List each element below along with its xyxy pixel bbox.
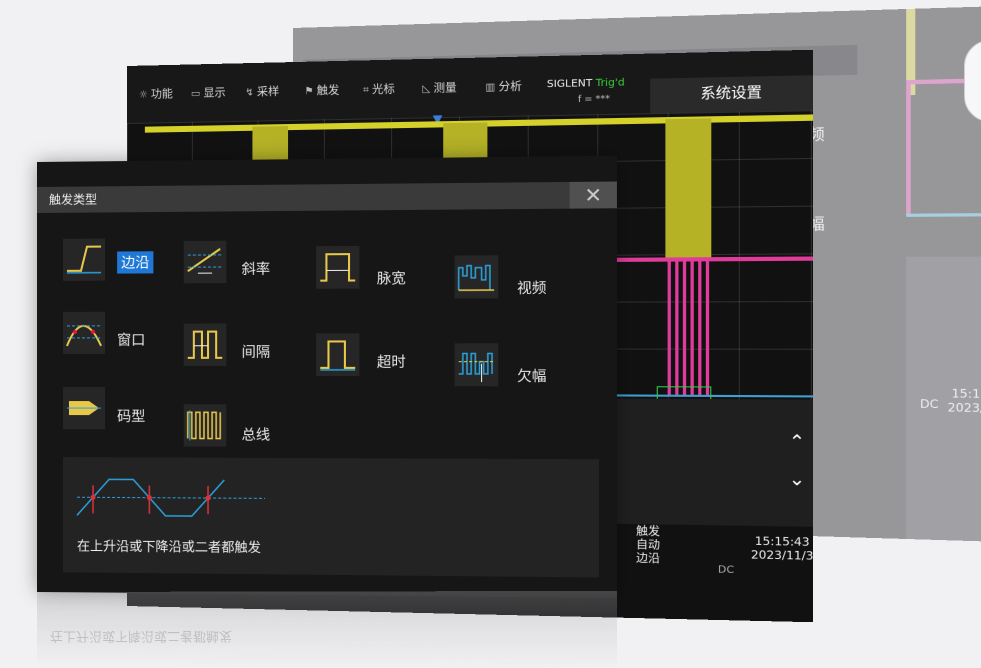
edge-illustration-icon xyxy=(73,465,275,529)
back-time: 15:15:43 xyxy=(948,387,981,402)
timeout-trigger-icon[interactable] xyxy=(316,333,359,376)
frequency-readout: f = *** xyxy=(578,94,610,105)
interval-trigger-icon[interactable] xyxy=(184,323,227,365)
back-ch3-trace xyxy=(906,213,981,217)
menu-measure[interactable]: ◺ 测量 xyxy=(422,79,456,96)
trigger-mode: 自动 xyxy=(636,538,660,552)
acquire-icon: ↯ xyxy=(245,87,254,98)
type-pulse-label[interactable]: 脉宽 xyxy=(377,268,406,288)
video-trigger-icon[interactable] xyxy=(455,255,499,298)
cursor-icon: ⌗ xyxy=(363,85,369,96)
menu-cursor[interactable]: ⌗ 光标 xyxy=(363,80,395,97)
menu-analyze[interactable]: ▥ 分析 xyxy=(485,77,521,94)
runt-trigger-icon[interactable] xyxy=(455,343,499,386)
brand-label: SIGLENT Trig'd xyxy=(547,77,625,90)
back-date: 2023/11/3 xyxy=(948,401,981,416)
flag-icon: ⚑ xyxy=(304,86,313,97)
ch2-pulse-edge xyxy=(691,259,694,395)
trigger-type: 边沿 xyxy=(636,551,660,565)
window-trigger-icon[interactable] xyxy=(63,312,105,354)
chevron-up-icon[interactable]: ⌃ xyxy=(789,431,806,453)
measure-icon: ◺ xyxy=(422,83,430,94)
type-window-label[interactable]: 窗口 xyxy=(117,330,145,350)
trigger-state: Trig'd xyxy=(596,77,625,89)
menu-function-label: 功能 xyxy=(151,87,173,101)
menu-trigger-label: 触发 xyxy=(317,83,340,97)
edge-trigger-icon[interactable] xyxy=(63,239,105,281)
back-ch2-edge xyxy=(906,84,911,213)
menu-analyze-label: 分析 xyxy=(498,79,521,93)
description-panel: 在上升沿或下降沿或二者都触发 xyxy=(63,457,599,577)
time: 15:15:43 xyxy=(751,534,813,549)
type-pattern-label[interactable]: 码型 xyxy=(117,406,145,426)
brand-name: SIGLENT xyxy=(547,78,593,90)
menu-acquire[interactable]: ↯ 采样 xyxy=(245,83,279,100)
type-interval-label[interactable]: 间隔 xyxy=(242,342,271,362)
description-text: 在上升沿或下降沿或二者都触发 xyxy=(77,535,261,556)
type-timeout-label[interactable]: 超时 xyxy=(377,352,406,372)
menu-display-label: 显示 xyxy=(203,86,225,100)
clock: 15:15:43 2023/11/3 xyxy=(751,534,813,563)
trigger-status-label: 触发 xyxy=(636,524,660,538)
date: 2023/11/3 xyxy=(751,548,813,563)
type-edge-label[interactable]: 边沿 xyxy=(117,251,153,273)
display-icon: ▭ xyxy=(191,88,200,99)
side-control-panel xyxy=(613,399,813,527)
menu-display[interactable]: ▭ 显示 xyxy=(191,84,226,101)
pattern-trigger-icon[interactable] xyxy=(63,387,105,429)
slope-trigger-icon[interactable] xyxy=(184,241,227,284)
system-settings-button[interactable]: 系统设置 xyxy=(650,75,813,113)
trigger-status: 触发 自动 边沿 xyxy=(636,524,660,565)
ch2-pulse-edge xyxy=(675,259,678,395)
ch2-pulse-edge xyxy=(668,260,671,396)
analyze-icon: ▥ xyxy=(485,82,495,94)
menu-function[interactable]: ☼ 功能 xyxy=(139,85,173,102)
type-runt-label[interactable]: 欠幅 xyxy=(517,366,546,387)
bus-trigger-icon[interactable] xyxy=(184,404,227,446)
back-dc-label: DC xyxy=(920,397,939,411)
pulse-width-trigger-icon[interactable] xyxy=(316,246,359,289)
ch1-pulse xyxy=(665,118,711,257)
ch2-pulse-edge xyxy=(683,259,686,395)
type-video-label[interactable]: 视频 xyxy=(517,278,546,299)
ch2-pulse-edge xyxy=(706,259,709,396)
function-icon: ☼ xyxy=(139,90,148,101)
chevron-down-icon[interactable]: ⌄ xyxy=(789,468,806,490)
close-icon[interactable]: ✕ xyxy=(570,181,617,208)
trigger-type-dialog: 触发类型 ✕ 边沿 斜率 脉宽 视频 窗口 间隔 超时 欠幅 码型 总线 在上升… xyxy=(37,156,617,598)
dialog-title: 触发类型 xyxy=(37,181,617,213)
type-bus-label[interactable]: 总线 xyxy=(242,424,271,444)
menu-acquire-label: 采样 xyxy=(257,85,279,99)
coupling-label: DC xyxy=(718,564,734,576)
back-clock: 15:15:43 2023/11/3 xyxy=(948,387,981,416)
ch2-pulse-edge xyxy=(698,259,701,396)
menu-measure-label: 测量 xyxy=(433,81,456,95)
type-slope-label[interactable]: 斜率 xyxy=(242,259,271,279)
menu-cursor-label: 光标 xyxy=(372,82,395,96)
menu-trigger[interactable]: ⚑ 触发 xyxy=(304,81,339,98)
reflection-text: 在上升沿或下降沿或二者都触发 xyxy=(50,628,232,647)
